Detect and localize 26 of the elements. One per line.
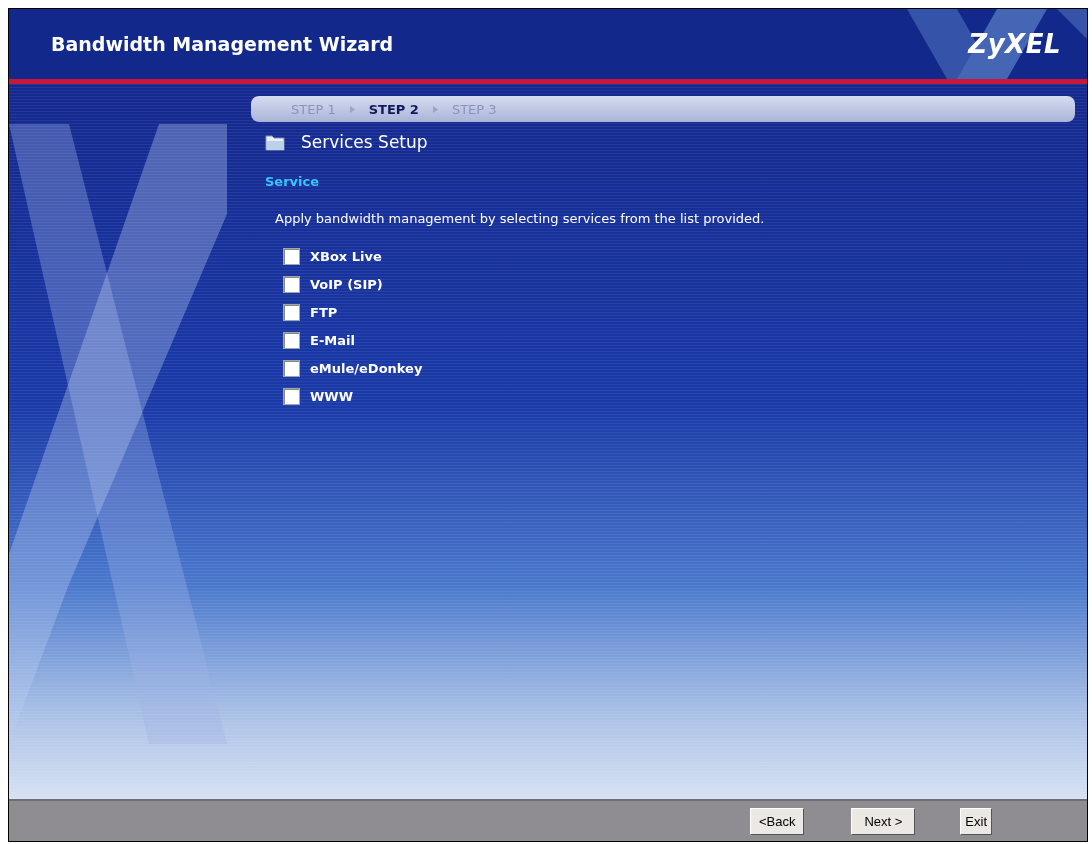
service-label: XBox Live [310, 249, 382, 264]
page-title: Services Setup [301, 132, 428, 152]
service-label: FTP [310, 305, 338, 320]
step-label: STEP 1 [291, 101, 336, 117]
wizard-button[interactable]: Next > [851, 807, 916, 835]
service-label: eMule/eDonkey [310, 361, 423, 376]
step-label: STEP 3 [451, 101, 497, 117]
service-label: E-Mail [310, 333, 355, 348]
arrow-icon [432, 105, 438, 113]
service-label: WWW [310, 389, 354, 404]
folder-icon [265, 133, 285, 151]
wizard-title: Bandwidth Management Wizard [51, 33, 394, 55]
service-label: VoIP (SIP) [310, 277, 383, 292]
section-heading: Service [265, 174, 321, 189]
service-checkbox[interactable] [283, 388, 300, 405]
service-checkbox[interactable] [283, 304, 300, 321]
description-text: Apply bandwidth management by selecting services from the list provided. [274, 211, 766, 226]
service-checkbox[interactable] [283, 360, 300, 377]
arrow-icon [349, 105, 355, 113]
service-checkbox[interactable] [283, 248, 300, 265]
step-label: STEP 2 [368, 101, 419, 117]
service-checkbox[interactable] [283, 276, 300, 293]
wizard-button[interactable]: Exit [960, 807, 992, 835]
service-checkbox[interactable] [283, 332, 300, 349]
wizard-button[interactable]: <Back [749, 807, 805, 835]
brand-logo: ZyXEL [968, 29, 1061, 59]
